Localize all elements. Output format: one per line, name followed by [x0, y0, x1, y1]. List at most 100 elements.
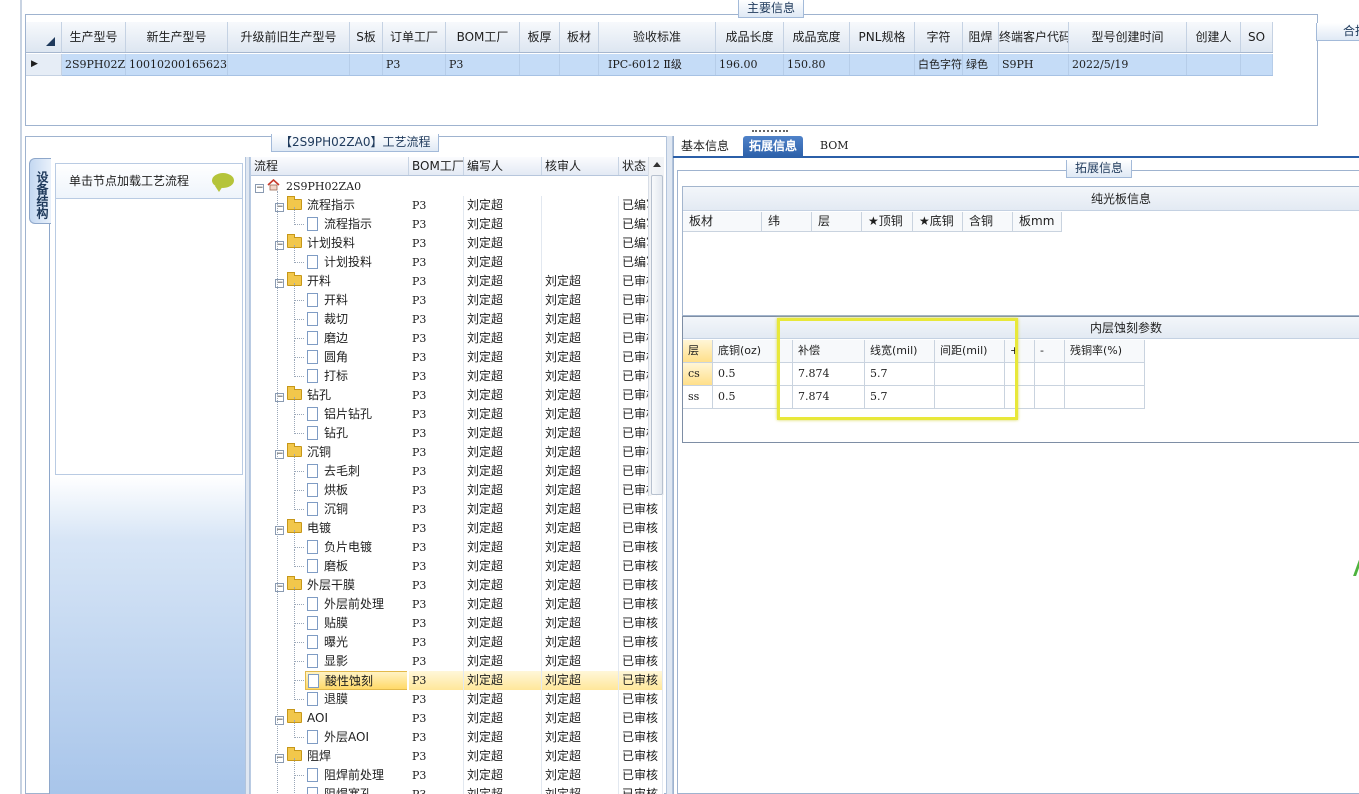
- tree-cell-status[interactable]: 已审核: [619, 557, 663, 576]
- tree-cell-writer[interactable]: 刘定超: [464, 633, 542, 652]
- tree-row[interactable]: 磨板 P3 刘定超 刘定超 已审核: [251, 557, 663, 576]
- tree-row-root[interactable]: − 2S9PH02ZA0: [251, 177, 651, 196]
- tree-cell-status[interactable]: 已审核: [619, 671, 663, 690]
- tree-row[interactable]: 负片电镀 P3 刘定超 刘定超 已审核: [251, 538, 663, 557]
- inner-etch-col-header[interactable]: -: [1035, 340, 1065, 363]
- main-grid-cell[interactable]: [560, 54, 599, 75]
- tree-cell-reviewer[interactable]: [542, 253, 619, 272]
- tree-node[interactable]: 开料: [305, 291, 395, 310]
- tree-cell-reviewer[interactable]: [542, 234, 619, 253]
- tree-cell-writer[interactable]: 刘定超: [464, 405, 542, 424]
- tree-cell-bom[interactable]: P3: [409, 424, 464, 443]
- tree-cell-writer[interactable]: 刘定超: [464, 538, 542, 557]
- tree-cell-reviewer[interactable]: 刘定超: [542, 462, 619, 481]
- tree-cell-bom[interactable]: P3: [409, 310, 464, 329]
- tree-col-header[interactable]: BOM工厂: [409, 157, 464, 175]
- row-indicator[interactable]: ▶: [26, 54, 62, 76]
- tree-cell-writer[interactable]: 刘定超: [464, 500, 542, 519]
- tree-row[interactable]: 钻孔 P3 刘定超 刘定超 已审核: [251, 424, 663, 443]
- main-grid-cell[interactable]: 10010200165623: [126, 54, 228, 75]
- tree-cell-bom[interactable]: P3: [409, 386, 464, 405]
- main-grid-col-header[interactable]: SO: [1241, 22, 1273, 52]
- tree-row[interactable]: − 钻孔 P3 刘定超 刘定超 已审核: [251, 386, 663, 405]
- tree-cell-writer[interactable]: 刘定超: [464, 367, 542, 386]
- main-grid-col-header[interactable]: 阻焊: [963, 22, 999, 52]
- tree-cell-bom[interactable]: P3: [409, 766, 464, 785]
- tree-node[interactable]: 烘板: [305, 481, 395, 500]
- tree-scroll-thumb[interactable]: [651, 175, 663, 495]
- tree-cell-bom[interactable]: P3: [409, 576, 464, 595]
- tree-cell-bom[interactable]: P3: [409, 196, 464, 215]
- tree-row[interactable]: 铝片钻孔 P3 刘定超 刘定超 已审核: [251, 405, 663, 424]
- tree-cell-status[interactable]: 已审核: [619, 652, 663, 671]
- tree-cell-reviewer[interactable]: 刘定超: [542, 424, 619, 443]
- tree-cell-bom[interactable]: P3: [409, 329, 464, 348]
- tree-row[interactable]: − 计划投料 P3 刘定超 已编写: [251, 234, 663, 253]
- main-grid-cell[interactable]: 2022/5/19: [1069, 54, 1187, 75]
- tree-cell-reviewer[interactable]: 刘定超: [542, 728, 619, 747]
- tree-cell-status[interactable]: 已审核: [619, 614, 663, 633]
- inner-etch-cell[interactable]: [1065, 386, 1145, 409]
- bare-board-col-header[interactable]: 纬: [762, 212, 812, 231]
- tree-cell-reviewer[interactable]: 刘定超: [542, 272, 619, 291]
- tree-node[interactable]: 计划投料: [305, 253, 395, 272]
- tree-node[interactable]: 阻焊前处理: [305, 766, 395, 785]
- tree-node[interactable]: 磨边: [305, 329, 395, 348]
- tree-row[interactable]: 打标 P3 刘定超 刘定超 已审核: [251, 367, 663, 386]
- tree-cell-reviewer[interactable]: 刘定超: [542, 709, 619, 728]
- grid-corner[interactable]: [26, 22, 62, 53]
- tree-cell-writer[interactable]: 刘定超: [464, 329, 542, 348]
- inner-etch-cell[interactable]: ss: [683, 386, 713, 409]
- tree-cell-bom[interactable]: P3: [409, 500, 464, 519]
- tree-cell-bom[interactable]: P3: [409, 614, 464, 633]
- collapse-icon[interactable]: −: [255, 184, 264, 193]
- main-grid-cell[interactable]: [1187, 54, 1241, 75]
- tree-cell-status[interactable]: 已审核: [619, 633, 663, 652]
- tree-cell-status[interactable]: 已审核: [619, 766, 663, 785]
- tree-cell-bom[interactable]: P3: [409, 652, 464, 671]
- bare-board-col-header[interactable]: 板材: [683, 212, 762, 231]
- tree-node[interactable]: 圆角: [305, 348, 395, 367]
- bare-board-col-header[interactable]: ★顶铜: [862, 212, 913, 231]
- inner-etch-cell[interactable]: cs: [683, 363, 713, 386]
- tree-cell-reviewer[interactable]: 刘定超: [542, 652, 619, 671]
- tree-cell-status[interactable]: 已审核: [619, 747, 663, 766]
- tree-cell-reviewer[interactable]: 刘定超: [542, 671, 619, 690]
- tree-cell-writer[interactable]: 刘定超: [464, 462, 542, 481]
- tree-row[interactable]: 去毛刺 P3 刘定超 刘定超 已审核: [251, 462, 663, 481]
- main-grid-col-header[interactable]: 终端客户代码: [999, 22, 1069, 52]
- tree-scrollbar[interactable]: [648, 157, 664, 495]
- tree-node[interactable]: 外层前处理: [305, 595, 395, 614]
- main-grid-col-header[interactable]: 成品宽度: [784, 22, 850, 52]
- load-process-hint[interactable]: 单击节点加载工艺流程: [56, 164, 242, 199]
- tree-cell-writer[interactable]: 刘定超: [464, 766, 542, 785]
- inner-etch-cell[interactable]: [1065, 363, 1145, 386]
- tree-cell-bom[interactable]: P3: [409, 557, 464, 576]
- tree-cell-reviewer[interactable]: 刘定超: [542, 595, 619, 614]
- inner-etch-col-header[interactable]: 层: [683, 340, 713, 363]
- tree-cell-writer[interactable]: 刘定超: [464, 728, 542, 747]
- tree-cell-writer[interactable]: 刘定超: [464, 576, 542, 595]
- tree-row[interactable]: 开料 P3 刘定超 刘定超 已审核: [251, 291, 663, 310]
- main-grid-col-header[interactable]: S板: [350, 22, 383, 52]
- tree-cell-writer[interactable]: 刘定超: [464, 519, 542, 538]
- tree-cell-writer[interactable]: 刘定超: [464, 614, 542, 633]
- tree-col-header[interactable]: 编写人: [464, 157, 542, 175]
- main-grid-cell[interactable]: 196.00: [716, 54, 784, 75]
- tree-node[interactable]: 退膜: [305, 690, 395, 709]
- tree-node[interactable]: 贴膜: [305, 614, 395, 633]
- tree-cell-writer[interactable]: 刘定超: [464, 785, 542, 794]
- tree-row[interactable]: 酸性蚀刻 P3 刘定超 刘定超 已审核: [251, 671, 663, 690]
- tree-cell-bom[interactable]: P3: [409, 690, 464, 709]
- main-grid-col-header[interactable]: 验收标准: [599, 22, 716, 52]
- tree-cell-bom[interactable]: P3: [409, 709, 464, 728]
- tree-node[interactable]: 负片电镀: [305, 538, 395, 557]
- tree-row[interactable]: − AOI P3 刘定超 刘定超 已审核: [251, 709, 663, 728]
- bare-board-col-header[interactable]: 含铜: [963, 212, 1013, 231]
- tree-node[interactable]: 外层AOI: [305, 728, 395, 747]
- tree-row[interactable]: 曝光 P3 刘定超 刘定超 已审核: [251, 633, 663, 652]
- tree-cell-reviewer[interactable]: 刘定超: [542, 785, 619, 794]
- tree-row[interactable]: 阻焊前处理 P3 刘定超 刘定超 已审核: [251, 766, 663, 785]
- main-grid-col-header[interactable]: 订单工厂: [383, 22, 446, 52]
- main-grid-col-header[interactable]: 生产型号: [62, 22, 126, 52]
